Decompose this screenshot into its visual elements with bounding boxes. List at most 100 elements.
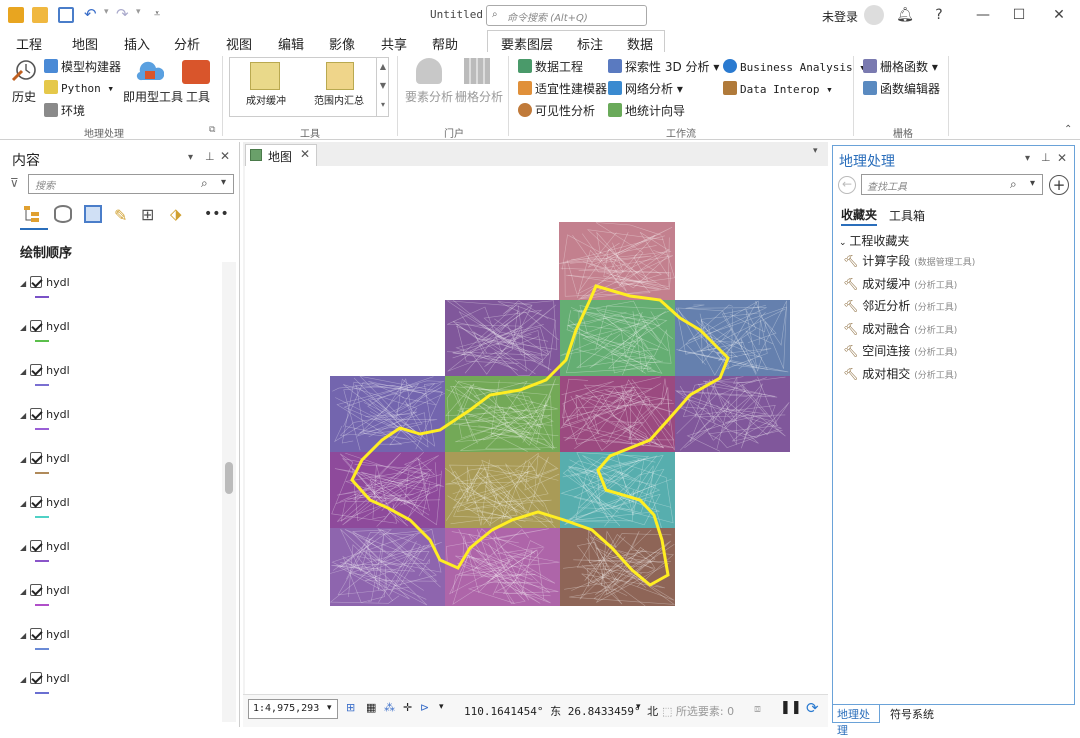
layer-item[interactable]: ◢ hydl (20, 496, 70, 509)
layer-visibility-checkbox[interactable] (30, 452, 42, 464)
open-folder-icon[interactable] (32, 7, 48, 23)
layer-visibility-checkbox[interactable] (30, 496, 42, 508)
expand-caret-icon[interactable]: ◢ (20, 279, 26, 288)
business-analysis-button[interactable]: Business Analysis ▾ (723, 59, 866, 74)
list-by-labeling-icon[interactable]: ⬗ (170, 205, 182, 223)
close-pane-icon[interactable]: ✕ (220, 149, 230, 163)
gallery-item-summarize-within[interactable]: 范围内汇总 (314, 92, 364, 107)
chevron-down-icon[interactable]: ▾ (813, 146, 818, 156)
expand-caret-icon[interactable]: ◢ (20, 323, 26, 332)
chevron-down-icon[interactable]: ▾ (636, 702, 641, 712)
layer-item[interactable]: ◢ hydl (20, 320, 70, 333)
layer-visibility-checkbox[interactable] (30, 628, 42, 640)
list-by-snapping-icon[interactable]: ⊞ (141, 205, 154, 224)
data-interop-button[interactable]: Data Interop ▾ (723, 81, 833, 96)
undo-icon[interactable]: ↶ (84, 7, 100, 23)
visibility-analysis-button[interactable]: 可见性分析 (518, 102, 595, 119)
history-button[interactable]: 历史 (12, 88, 36, 105)
list-by-source-icon[interactable] (54, 205, 72, 223)
expand-caret-icon[interactable]: ◢ (20, 455, 26, 464)
tools-button[interactable]: 工具 (186, 88, 210, 105)
tab-favorites[interactable]: 收藏夹 (841, 206, 877, 226)
close-button[interactable]: ✕ (1050, 6, 1068, 24)
help-button[interactable]: ? (930, 6, 948, 24)
new-project-icon[interactable] (8, 7, 24, 23)
chevron-down-icon[interactable]: ▾ (1030, 178, 1035, 189)
layer-item[interactable]: ◢ hydl (20, 452, 70, 465)
layer-symbol-swatch[interactable] (35, 340, 49, 342)
network-analysis-button[interactable]: 网络分析 ▾ (608, 80, 683, 97)
layer-symbol-swatch[interactable] (35, 648, 49, 650)
ready-tools-button[interactable]: 即用型工具 (123, 88, 183, 105)
layer-visibility-checkbox[interactable] (30, 276, 42, 288)
python-button[interactable]: Python ▾ (44, 80, 114, 95)
environments-button[interactable]: 环境 (44, 102, 85, 119)
function-editor-button[interactable]: 函数编辑器 (863, 80, 940, 97)
more-options-icon[interactable]: ••• (204, 206, 229, 222)
refresh-cache-icon[interactable]: ⧈ (754, 702, 761, 716)
minimize-button[interactable]: — (974, 6, 992, 24)
favorite-tool-item[interactable]: 🔨︎ 成对相交 (分析工具) (843, 365, 957, 382)
collapse-ribbon-icon[interactable]: ⌃ (1064, 124, 1072, 135)
pane-options-icon[interactable]: ▾ (188, 152, 193, 163)
tab-view[interactable]: 视图 (226, 34, 252, 53)
layer-visibility-checkbox[interactable] (30, 672, 42, 684)
tab-feature-layer[interactable]: 要素图层 (501, 34, 553, 53)
tab-imagery[interactable]: 影像 (329, 34, 355, 53)
model-builder-button[interactable]: 模型构建器 (44, 58, 121, 75)
customize-quick-access-icon[interactable]: ⩡ (154, 7, 170, 23)
layer-visibility-checkbox[interactable] (30, 320, 42, 332)
tab-map[interactable]: 地图 (72, 34, 98, 53)
layer-item[interactable]: ◢ hydl (20, 584, 70, 597)
expand-caret-icon[interactable]: ◢ (20, 675, 26, 684)
tab-symbology-bottom[interactable]: 符号系统 (890, 706, 934, 722)
scrollbar-thumb[interactable] (225, 462, 233, 494)
favorite-tool-item[interactable]: 🔨︎ 成对缓冲 (分析工具) (843, 275, 957, 292)
tab-help[interactable]: 帮助 (432, 34, 458, 53)
pause-drawing-icon[interactable]: ❚❚ (780, 700, 802, 715)
contents-search-input[interactable]: 搜索 ⌕ ▾ (28, 174, 234, 194)
refresh-icon[interactable]: ⟳ (806, 699, 819, 717)
feature-analysis-button[interactable]: 要素分析 (405, 88, 453, 105)
expand-caret-icon[interactable]: ◢ (20, 367, 26, 376)
tab-geoprocessing-bottom[interactable]: 地理处理 (832, 705, 880, 723)
tab-project[interactable]: 工程 (16, 34, 42, 53)
pane-options-icon[interactable]: ▾ (1025, 153, 1030, 164)
expand-caret-icon[interactable]: ◢ (20, 587, 26, 596)
close-pane-icon[interactable]: ✕ (1057, 151, 1067, 165)
tab-edit[interactable]: 编辑 (278, 34, 304, 53)
crosshair-icon[interactable]: ✛ (403, 701, 412, 714)
maximize-button[interactable]: ☐ (1010, 6, 1028, 24)
sign-in-status[interactable]: 未登录 (822, 8, 858, 25)
pin-icon[interactable]: ⊥ (1041, 151, 1051, 164)
command-search-input[interactable]: ⌕ 命令搜索 (Alt+Q) (486, 5, 647, 26)
list-by-selection-icon[interactable] (84, 205, 102, 223)
tab-share[interactable]: 共享 (381, 34, 407, 53)
exploratory-3d-button[interactable]: 探索性 3D 分析 ▾ (608, 58, 719, 75)
expand-caret-icon[interactable]: ◢ (20, 411, 26, 420)
map-canvas[interactable] (245, 166, 828, 694)
data-engineering-button[interactable]: 数据工程 (518, 58, 583, 75)
chevron-down-icon[interactable]: ▾ (439, 702, 444, 712)
tab-map-view[interactable]: 地图 ✕ (245, 144, 317, 166)
raster-analysis-button[interactable]: 栅格分析 (455, 88, 503, 105)
scale-select[interactable]: 1:4,975,293 ▾ (248, 699, 338, 719)
add-icon[interactable]: + (1049, 175, 1069, 195)
raster-functions-button[interactable]: 栅格函数 ▾ (863, 58, 938, 75)
chevron-down-icon[interactable]: ▾ (221, 177, 226, 188)
tab-toolboxes[interactable]: 工具箱 (889, 207, 925, 224)
expand-caret-icon[interactable]: ◢ (20, 631, 26, 640)
list-by-drawing-order-icon[interactable] (22, 204, 42, 224)
layer-symbol-swatch[interactable] (35, 560, 49, 562)
project-favorites-group[interactable]: ⌄ 工程收藏夹 (839, 232, 909, 249)
contents-scrollbar[interactable] (222, 262, 236, 722)
layer-symbol-swatch[interactable] (35, 384, 49, 386)
favorite-tool-item[interactable]: 🔨︎ 空间连接 (分析工具) (843, 342, 957, 359)
snapping-icon[interactable]: ⁂ (384, 701, 395, 714)
gallery-item-pairwise-buffer[interactable]: 成对缓冲 (246, 92, 286, 107)
close-tab-icon[interactable]: ✕ (300, 147, 310, 161)
redo-icon[interactable]: ↷ (116, 7, 132, 23)
expand-caret-icon[interactable]: ◢ (20, 543, 26, 552)
layer-item[interactable]: ◢ hydl (20, 628, 70, 641)
fixed-zoom-icon[interactable]: ⊞ (346, 701, 355, 714)
